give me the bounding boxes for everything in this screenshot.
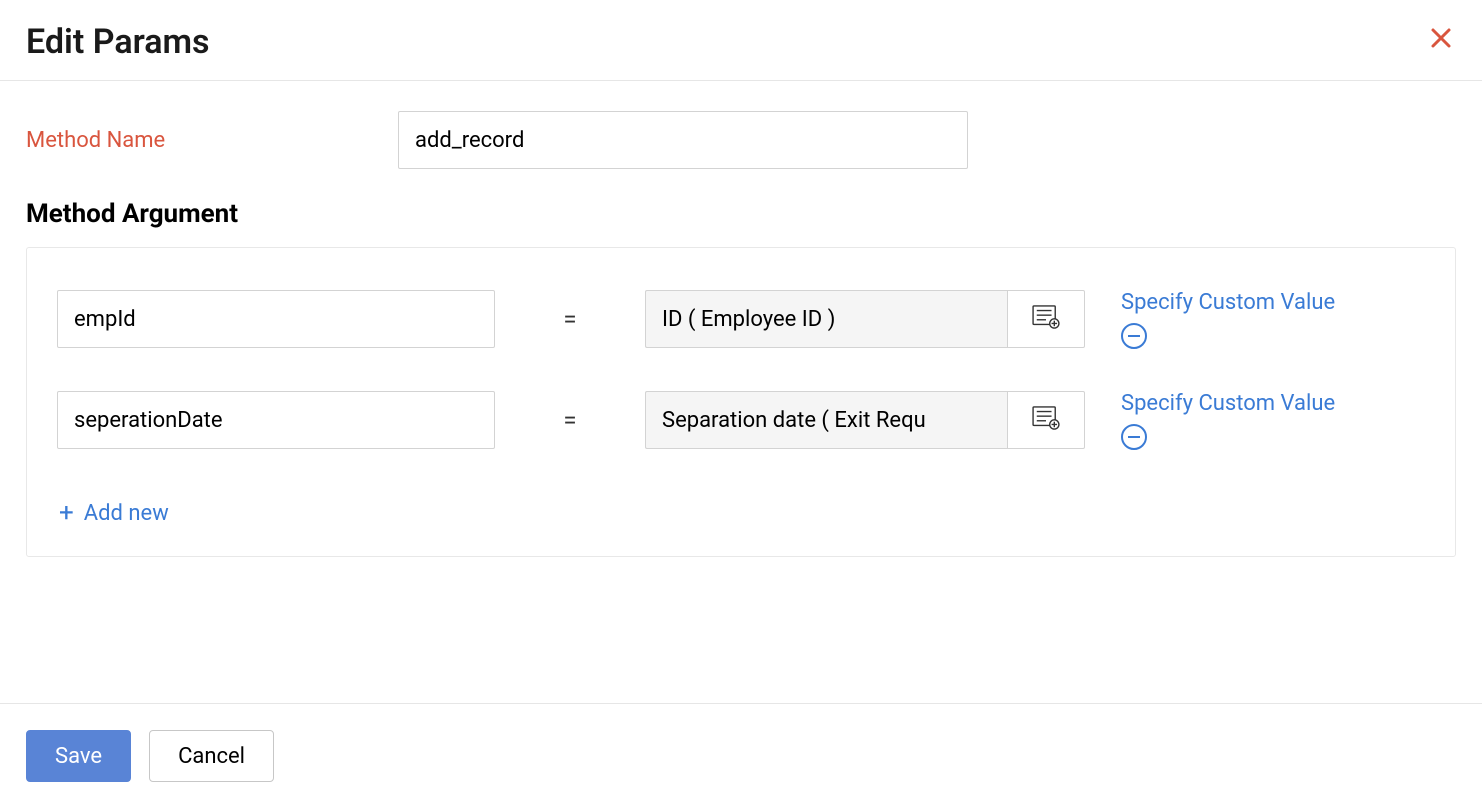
method-argument-box: empId = ID ( Employee ID )	[26, 247, 1456, 557]
specify-custom-value-link[interactable]: Specify Custom Value	[1121, 391, 1335, 416]
argument-value-group: ID ( Employee ID )	[645, 290, 1085, 348]
save-button[interactable]: Save	[26, 730, 131, 782]
argument-value-field[interactable]: ID ( Employee ID )	[645, 290, 1007, 348]
plus-icon: +	[59, 500, 74, 526]
method-name-row: Method Name	[26, 111, 1456, 169]
field-picker-icon	[1032, 305, 1060, 333]
method-name-label: Method Name	[26, 128, 398, 153]
close-icon[interactable]	[1426, 22, 1456, 58]
argument-side-actions: Specify Custom Value	[1121, 391, 1335, 450]
dialog-content: Method Name Method Argument empId = ID (…	[0, 81, 1482, 577]
argument-row: seperationDate = Separation date ( Exit …	[57, 391, 1425, 450]
remove-argument-icon[interactable]	[1121, 424, 1147, 450]
field-picker-button[interactable]	[1007, 391, 1085, 449]
add-new-argument-button[interactable]: + Add new	[57, 492, 1425, 532]
method-argument-heading: Method Argument	[26, 199, 1456, 229]
dialog-header: Edit Params	[0, 0, 1482, 81]
argument-key-input[interactable]: seperationDate	[57, 391, 495, 449]
equals-sign: =	[495, 391, 645, 449]
dialog-footer: Save Cancel	[0, 703, 1482, 808]
dialog-title: Edit Params	[26, 22, 210, 62]
argument-key-input[interactable]: empId	[57, 290, 495, 348]
method-name-input[interactable]	[398, 111, 968, 169]
field-picker-button[interactable]	[1007, 290, 1085, 348]
specify-custom-value-link[interactable]: Specify Custom Value	[1121, 290, 1335, 315]
field-picker-icon	[1032, 406, 1060, 434]
cancel-button[interactable]: Cancel	[149, 730, 274, 782]
argument-row: empId = ID ( Employee ID )	[57, 290, 1425, 349]
argument-value-field[interactable]: Separation date ( Exit Requ	[645, 391, 1007, 449]
argument-value-group: Separation date ( Exit Requ	[645, 391, 1085, 449]
argument-side-actions: Specify Custom Value	[1121, 290, 1335, 349]
remove-argument-icon[interactable]	[1121, 323, 1147, 349]
equals-sign: =	[495, 290, 645, 348]
add-new-label: Add new	[84, 501, 169, 526]
